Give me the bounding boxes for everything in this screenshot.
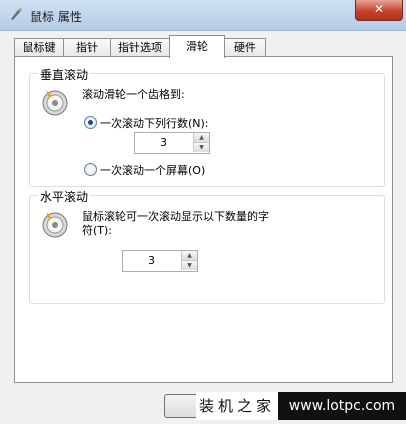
scroll-wheel-icon: [42, 212, 68, 238]
watermark-brand: 装机之家: [196, 392, 278, 420]
vertical-scroll-title: 垂直滚动: [38, 66, 91, 83]
horizontal-scroll-group: 水平滚动 鼠标滚轮可一次滚动显示以下数量的字 符(T): 3 ▲ ▼: [29, 188, 385, 304]
horizontal-scroll-title: 水平滚动: [38, 188, 91, 205]
radio-scroll-lines[interactable]: [84, 116, 97, 129]
radio-scroll-screen[interactable]: [84, 163, 97, 176]
tab-panel-wheel: 垂直滚动 滚动滑轮一个齿格到: 一次滚动下列行数(N): 3 ▲ ▼ 一次滚动一…: [14, 56, 393, 383]
tab-wheel[interactable]: 滑轮: [169, 35, 225, 58]
spin-down-icon[interactable]: ▼: [193, 143, 209, 152]
window-title: 鼠标 属性: [30, 10, 82, 24]
lines-value[interactable]: 3: [135, 133, 192, 153]
title-bar[interactable]: 鼠标 属性 ✕: [0, 0, 406, 31]
watermark-url: www.lotpc.com: [278, 392, 406, 420]
watermark: 装机之家 www.lotpc.com: [196, 392, 406, 420]
lines-spinner[interactable]: 3 ▲ ▼: [134, 132, 210, 154]
radio-scroll-screen-label[interactable]: 一次滚动一个屏幕(O): [100, 162, 205, 178]
spin-up-icon[interactable]: ▲: [193, 133, 209, 143]
vertical-scroll-group: 垂直滚动 滚动滑轮一个齿格到: 一次滚动下列行数(N): 3 ▲ ▼ 一次滚动一…: [29, 66, 385, 187]
mouse-icon: [11, 8, 22, 20]
spin-up-icon[interactable]: ▲: [181, 251, 197, 261]
vertical-scroll-description: 滚动滑轮一个齿格到:: [82, 88, 185, 101]
tab-mouse-buttons[interactable]: 鼠标键: [14, 38, 64, 57]
close-icon: ✕: [373, 2, 385, 16]
tab-pointer-options[interactable]: 指针选项: [110, 38, 170, 57]
radio-scroll-lines-label[interactable]: 一次滚动下列行数(N):: [100, 115, 209, 131]
chars-spinner[interactable]: 3 ▲ ▼: [122, 250, 198, 272]
horizontal-scroll-description-line2: 符(T):: [82, 224, 113, 237]
tab-hardware[interactable]: 硬件: [224, 38, 266, 57]
chars-value[interactable]: 3: [123, 251, 180, 271]
spin-down-icon[interactable]: ▼: [181, 261, 197, 270]
scroll-wheel-icon: [42, 90, 68, 116]
tab-pointers[interactable]: 指针: [63, 38, 111, 57]
close-button[interactable]: ✕: [355, 0, 403, 21]
tab-strip: 鼠标键 指针 指针选项 滑轮 硬件: [14, 35, 394, 58]
